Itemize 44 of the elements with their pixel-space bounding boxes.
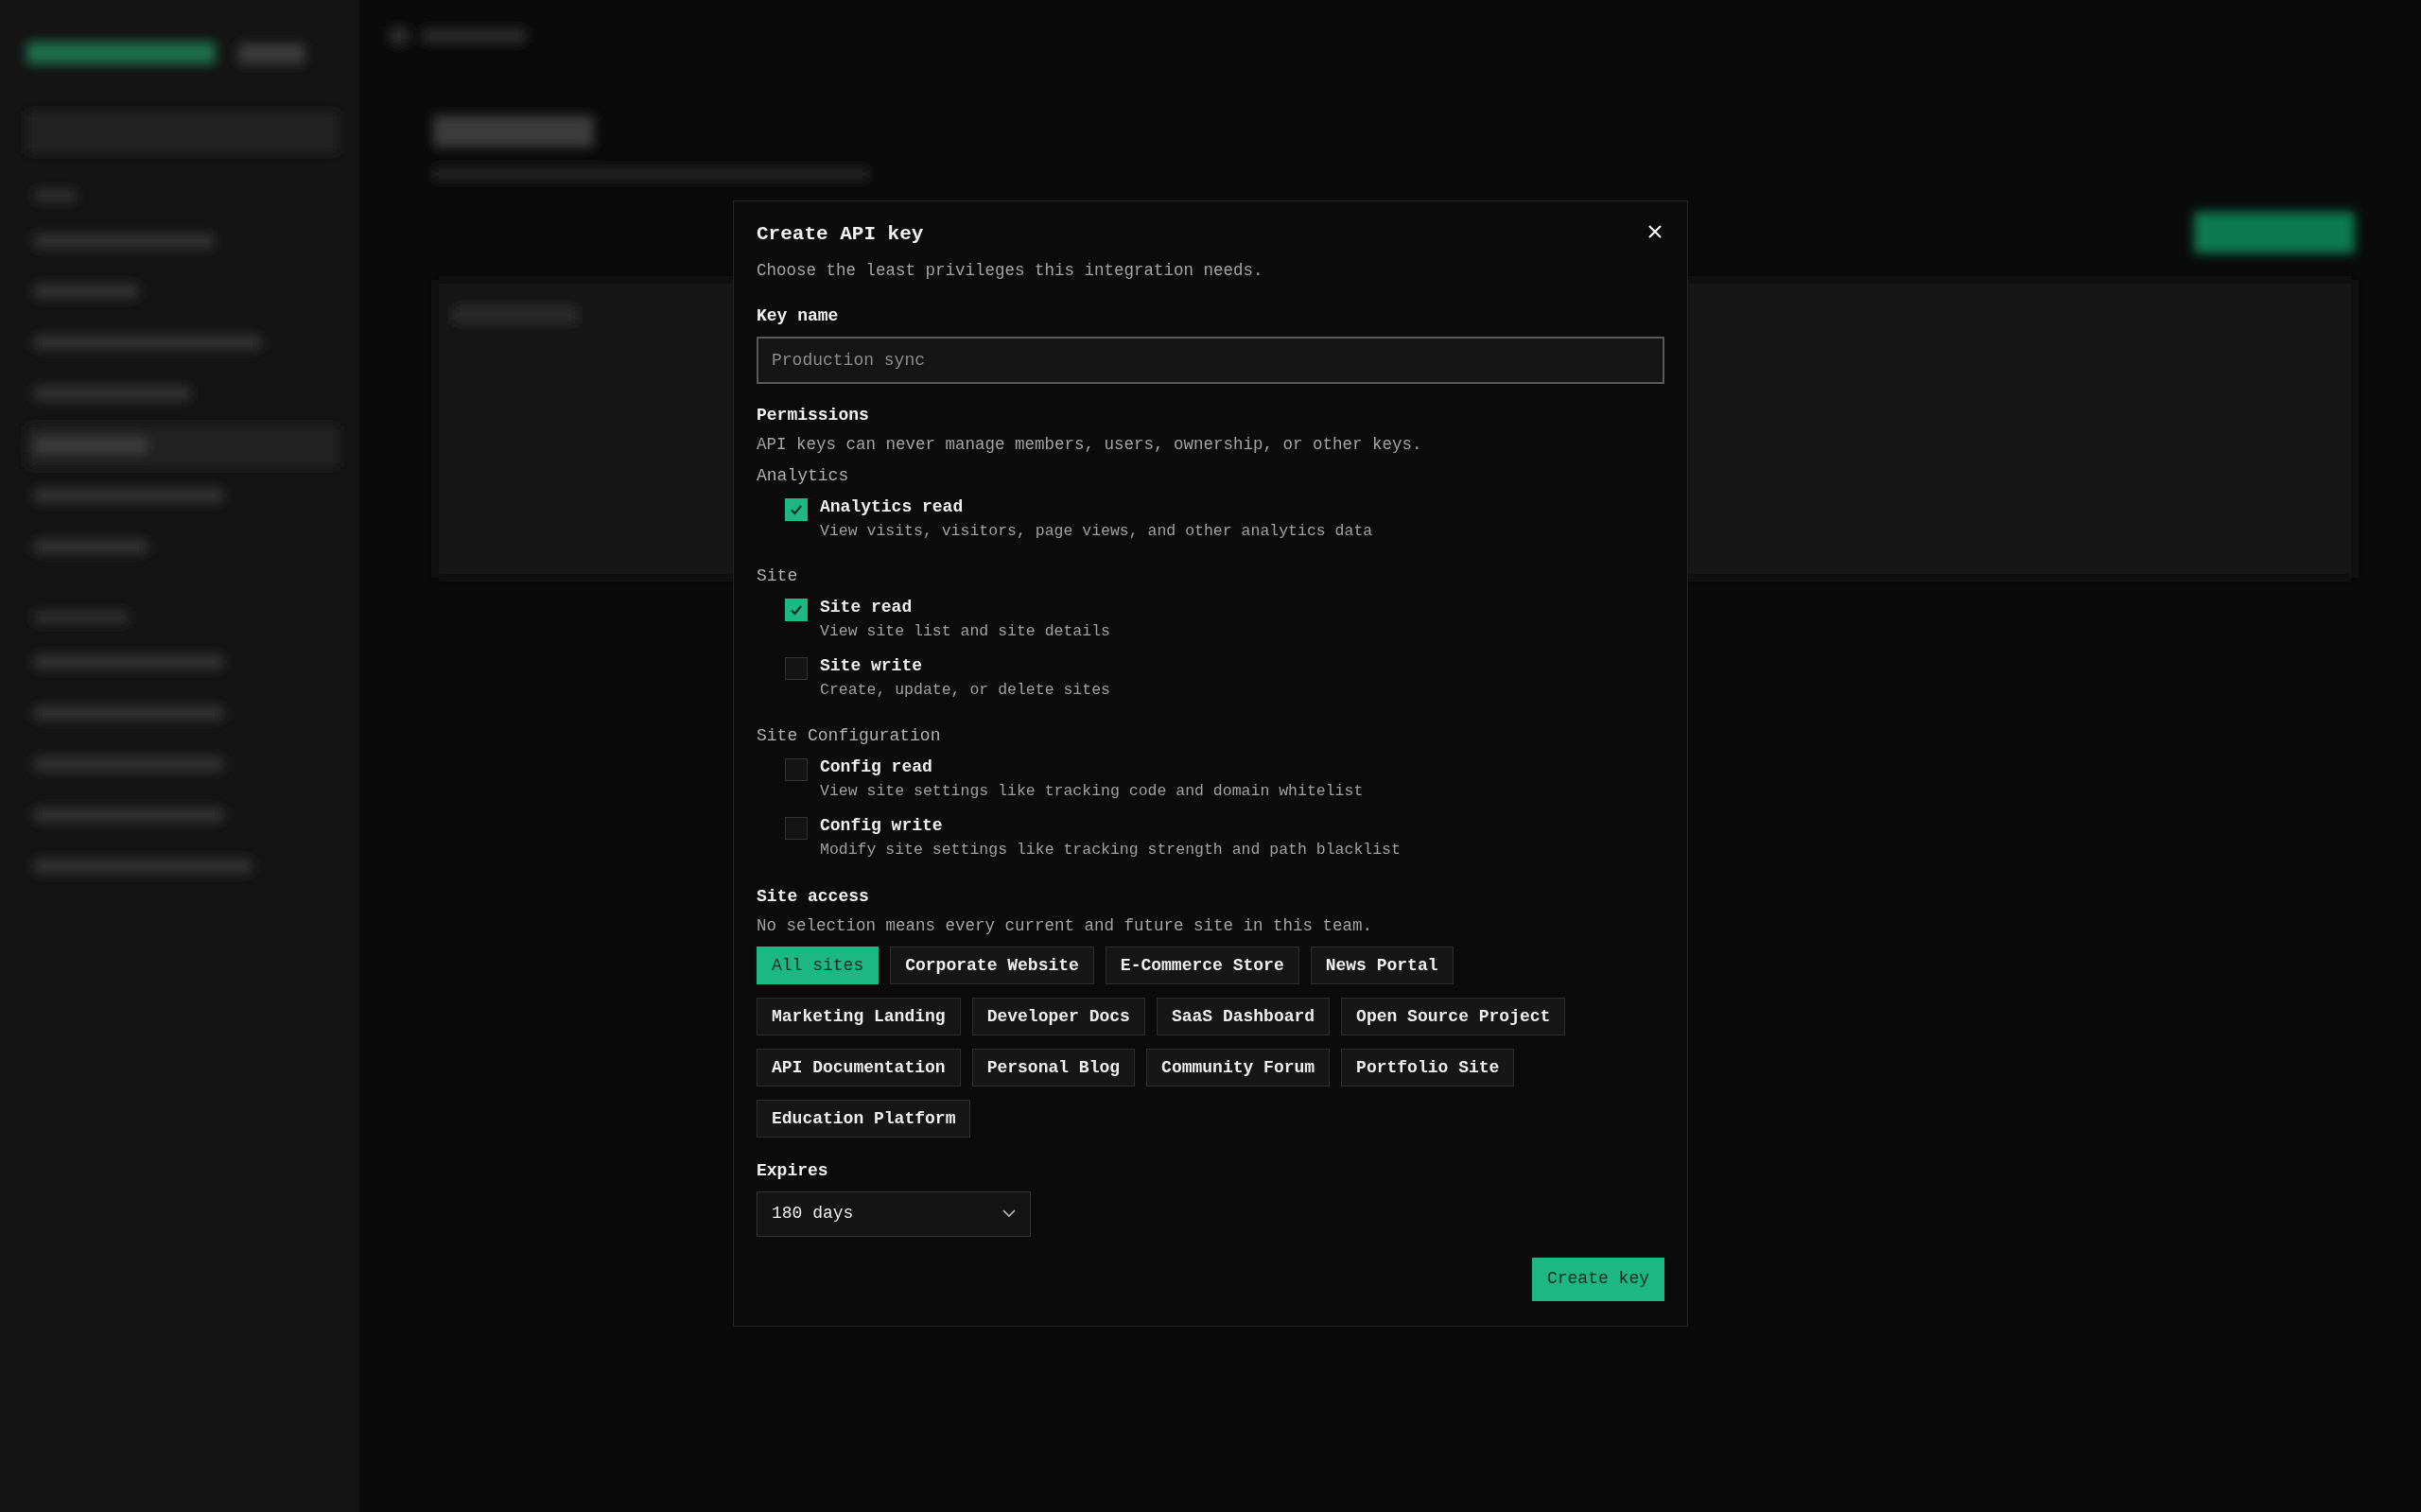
chevron-down-icon [1002, 1209, 1016, 1218]
permission-description: Modify site settings like tracking strength and path blacklist [820, 839, 1401, 860]
dialog-subtitle: Choose the least privileges this integration needs. [757, 260, 1264, 282]
site-chip[interactable]: Developer Docs [971, 997, 1145, 1035]
site-chip[interactable]: Open Source Project [1341, 997, 1566, 1035]
section-note: API keys can never manage members, users, ownership, or other keys. [757, 434, 1423, 457]
create-key-button[interactable]: Create key [1531, 1257, 1664, 1301]
permission-description: View visits, visitors, page views, and other analytics data [820, 520, 1373, 542]
checkbox[interactable] [785, 599, 808, 622]
site-chip[interactable]: Education Platform [757, 1099, 971, 1138]
permission-description: View site list and site details [820, 621, 1110, 643]
checkbox[interactable] [785, 757, 808, 781]
site-chip[interactable]: News Portal [1310, 946, 1454, 984]
site-chip[interactable]: All sites [757, 946, 880, 984]
permission-label: Config write [820, 814, 944, 837]
site-chip[interactable]: Corporate Website [890, 946, 1094, 984]
permission-description: View site settings like tracking code and domain whitelist [820, 780, 1364, 802]
group-label: Site [757, 565, 799, 588]
section-label: Permissions [757, 405, 870, 427]
field-label: Key name [757, 305, 840, 328]
site-chip[interactable]: E-Commerce Store [1105, 946, 1299, 984]
group-label: Analytics [757, 464, 850, 487]
permission-label: Site write [820, 655, 924, 677]
checkbox[interactable] [785, 657, 808, 680]
site-chip[interactable]: Portfolio Site [1341, 1048, 1515, 1086]
permission-label: Config read [820, 756, 933, 778]
site-chip[interactable]: API Documentation [757, 1048, 961, 1086]
permission-label: Analytics read [820, 495, 965, 518]
key-name-input[interactable]: Production sync [757, 337, 1664, 385]
site-chip[interactable]: Personal Blog [971, 1048, 1136, 1086]
field-label: Expires [757, 1159, 829, 1182]
checkbox[interactable] [785, 497, 808, 521]
group-label: Site Configuration [757, 724, 942, 747]
section-label: Site access [757, 886, 870, 909]
expires-select[interactable]: 180 days [757, 1190, 1031, 1237]
checkbox[interactable] [785, 816, 808, 840]
site-chip[interactable]: Marketing Landing [757, 997, 961, 1035]
section-note: No selection means every current and future site in this team. [757, 915, 1374, 938]
permission-label: Site read [820, 597, 914, 619]
site-chip[interactable]: Community Forum [1146, 1048, 1331, 1086]
permission-description: Create, update, or delete sites [820, 680, 1110, 701]
dialog-title: Create API key [757, 222, 924, 247]
close-icon [1647, 224, 1663, 239]
site-chip[interactable]: SaaS Dashboard [1156, 997, 1331, 1035]
